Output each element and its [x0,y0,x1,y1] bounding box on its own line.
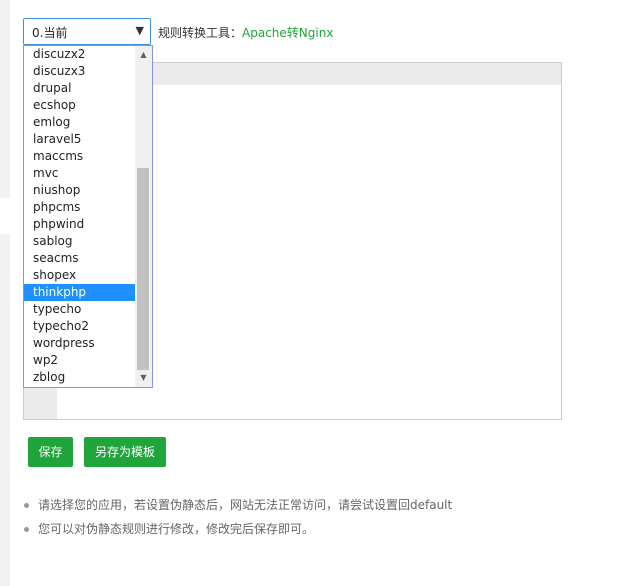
save-button[interactable]: 保存 [28,437,73,467]
rule-convert-label: 规则转换工具： [158,26,243,40]
dropdown-scrollbar[interactable]: ▲ ▼ [135,46,152,387]
template-dropdown-list[interactable]: discuzx2 discuzx3 drupal ecshop emlog laravel… [23,45,153,388]
left-panel-strip [0,0,10,586]
scroll-down-arrow-icon[interactable]: ▼ [135,371,152,385]
dropdown-option[interactable]: niushop [24,182,135,199]
rule-convert-tool: 规则转换工具：Apache转Nginx [158,24,333,41]
tip-item: 请选择您的应用，若设置伪静态后，网站无法正常访问，请尝试设置回default [24,497,452,521]
tip-item: 您可以对伪静态规则进行修改，修改完后保存即可。 [24,521,452,545]
dropdown-option[interactable]: thinkphp [24,284,135,301]
dropdown-option[interactable]: typecho [24,301,135,318]
dropdown-option[interactable]: laravel5 [24,131,135,148]
chevron-down-icon: ▼ [135,24,144,37]
left-panel-notch [0,198,10,234]
dropdown-option[interactable]: mvc [24,165,135,182]
dropdown-option[interactable]: zblog [24,369,135,386]
apache-to-nginx-link[interactable]: Apache转Nginx [242,26,333,40]
dropdown-option[interactable]: sablog [24,233,135,250]
dropdown-option[interactable]: shopex [24,267,135,284]
dropdown-option[interactable]: emlog [24,114,135,131]
dropdown-option[interactable]: phpwind [24,216,135,233]
scroll-up-arrow-icon[interactable]: ▲ [135,48,152,62]
dropdown-option[interactable]: phpcms [24,199,135,216]
save-as-template-button[interactable]: 另存为模板 [84,437,166,467]
dropdown-option[interactable]: maccms [24,148,135,165]
dropdown-option[interactable]: ecshop [24,97,135,114]
dropdown-option[interactable]: wp2 [24,352,135,369]
dropdown-option[interactable]: seacms [24,250,135,267]
dropdown-options: discuzx2 discuzx3 drupal ecshop emlog laravel… [24,46,152,386]
select-value: 0.当前 [32,26,68,40]
scrollbar-thumb[interactable] [137,168,149,370]
dropdown-option[interactable]: typecho2 [24,318,135,335]
tips-list: 请选择您的应用，若设置伪静态后，网站无法正常访问，请尝试设置回default 您… [24,497,452,545]
dropdown-option[interactable]: discuzx2 [24,46,135,63]
rewrite-template-select[interactable]: 0.当前 ▼ [23,18,151,45]
dropdown-option[interactable]: wordpress [24,335,135,352]
dropdown-option[interactable]: drupal [24,80,135,97]
dropdown-option[interactable]: discuzx3 [24,63,135,80]
